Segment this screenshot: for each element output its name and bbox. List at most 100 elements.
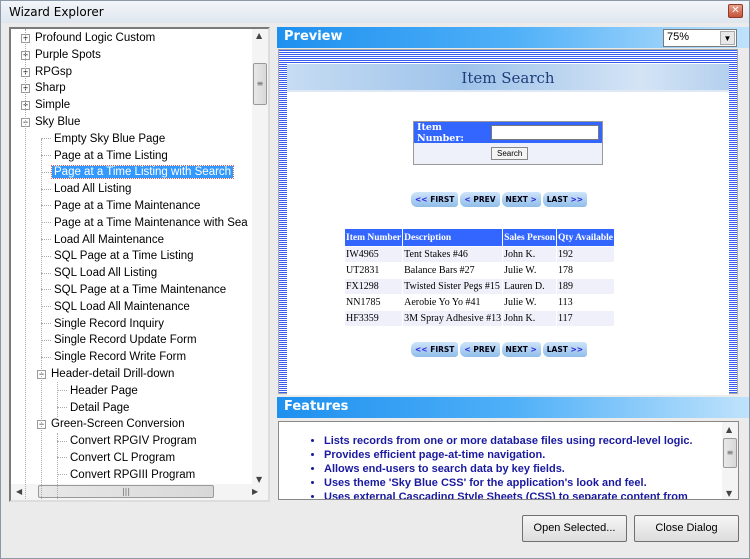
tree-item[interactable]: Page at a Time Maintenance with Sea	[37, 215, 250, 231]
first-button[interactable]: << FIRST	[411, 342, 459, 357]
tree-item[interactable]: SQL Load All Maintenance	[37, 299, 192, 315]
tree-item[interactable]: + Purple Spots	[21, 47, 103, 63]
next-button[interactable]: NEXT >	[501, 342, 541, 357]
tree-item[interactable]: Load All Listing	[37, 181, 133, 197]
tree-item[interactable]: Single Record Write Form	[37, 349, 188, 365]
nav-bottom: << FIRST < PREV NEXT > LAST >>	[411, 342, 588, 357]
table-cell: Twisted Sister Pegs #15	[403, 279, 503, 294]
table-cell: IW4965	[345, 247, 403, 262]
search-label: Item Number:	[417, 121, 464, 144]
tree-connector	[41, 272, 51, 274]
table-cell: Julie W.	[504, 265, 537, 276]
tree-item[interactable]: Page at a Time Listing with Search	[37, 164, 235, 180]
scroll-thumb[interactable]: ≡	[723, 438, 737, 468]
tree-item[interactable]: Convert RPGIV Program	[53, 433, 199, 449]
table-cell: 189	[557, 279, 615, 294]
wizard-tree[interactable]: ▲ ≡ ▼ ◀ ||| ▶ + Profound Logic Custom + Pur…	[9, 27, 270, 502]
results-table: Item Number Description Sales Person Qty…	[344, 228, 615, 327]
tree-item-label: SQL Load All Listing	[54, 267, 158, 280]
tree-item[interactable]: + Sharp	[21, 80, 68, 96]
chevron-down-icon[interactable]: ▼	[720, 31, 735, 45]
tree-connector	[41, 138, 51, 140]
zoom-select[interactable]: 75% ▼	[663, 29, 737, 47]
tree-item[interactable]: Convert RPGIII Program	[53, 467, 197, 483]
first-button[interactable]: << FIRST	[411, 192, 459, 207]
tree-guide-line	[57, 382, 58, 417]
table-row: FX1298 Twisted Sister Pegs #15 Lauren D. 18…	[345, 279, 615, 294]
tree-connector	[41, 339, 51, 341]
tree-item-label: Sharp	[35, 82, 66, 95]
tree-connector	[41, 222, 51, 224]
tree-item[interactable]: SQL Load All Listing	[37, 265, 159, 281]
tree-item[interactable]: Empty Sky Blue Page	[37, 131, 167, 147]
tree-item[interactable]: Load All Maintenance	[37, 232, 166, 248]
table-row: HF3359 3M Spray Adhesive #13 John K. 117	[345, 311, 615, 326]
window-title: Wizard Explorer	[9, 5, 104, 19]
scroll-down-icon[interactable]: ▼	[726, 489, 732, 498]
prev-button[interactable]: < PREV	[460, 342, 500, 357]
tree-item[interactable]: Convert CL Program	[53, 450, 177, 466]
features-scrollbar[interactable]: ▲ ≡ ▼	[722, 422, 738, 499]
tree-item-label: Convert CL Program	[70, 452, 176, 464]
scroll-left-icon[interactable]: ◀	[16, 487, 22, 496]
last-button[interactable]: LAST >>	[542, 342, 588, 357]
h-scroll-thumb[interactable]: |||	[38, 485, 214, 498]
prev-button[interactable]: < PREV	[460, 192, 500, 207]
tree-item-label: Profound Logic Custom	[35, 32, 156, 44]
tree-item[interactable]: SQL Page at a Time Listing	[37, 248, 196, 264]
tree-connector	[41, 356, 51, 358]
tree-item[interactable]: Page at a Time Maintenance	[37, 198, 202, 214]
tree-vertical-scrollbar[interactable]: ▲ ≡ ▼	[252, 29, 268, 486]
tree-item[interactable]: Single Record Inquiry	[37, 316, 166, 332]
tree-item[interactable]: − Header-detail Drill-down	[37, 366, 176, 382]
column-header: Sales Person	[503, 229, 557, 246]
scroll-thumb[interactable]: ≡	[253, 63, 267, 105]
tree-guide-line	[25, 29, 26, 499]
scroll-up-icon[interactable]: ▲	[256, 31, 262, 40]
tree-item[interactable]: − Green-Screen Conversion	[37, 416, 187, 432]
search-button[interactable]: Search	[491, 147, 529, 160]
tree-item-label: Page at a Time Listing	[54, 149, 168, 162]
table-cell: Aerobie Yo Yo #41	[404, 297, 481, 308]
tree-item-label: Convert RPGIII Program	[70, 468, 196, 481]
close-dialog-button[interactable]: Close Dialog	[634, 515, 739, 542]
tree-item-label: Simple	[35, 99, 71, 112]
feature-item: Uses external Cascading Style Sheets (CS…	[324, 490, 738, 499]
scroll-down-icon[interactable]: ▼	[256, 475, 262, 484]
tree-connector	[41, 171, 51, 173]
tree-item-label: Page at a Time Listing with Search	[50, 165, 235, 180]
tree-item-label: Purple Spots	[35, 48, 101, 61]
wizard-explorer-window: Wizard Explorer ✕ ▲ ≡ ▼ ◀ ||| ▶ + Profoun…	[0, 0, 750, 559]
next-button[interactable]: NEXT >	[501, 192, 541, 207]
tree-item-label: Detail Page	[70, 401, 130, 414]
tree-item-label: SQL Page at a Time Maintenance	[54, 284, 227, 296]
tree-item[interactable]: SQL Page at a Time Maintenance	[37, 282, 228, 298]
tree-horizontal-scrollbar[interactable]: ◀ ||| ▶	[11, 484, 268, 500]
tree-item-label: Header Page	[70, 384, 138, 397]
nav-top: << FIRST < PREV NEXT > LAST >>	[411, 192, 588, 207]
table-cell: NN1785	[346, 297, 381, 308]
column-header: Qty Available	[557, 229, 615, 246]
scroll-right-icon[interactable]: ▶	[252, 487, 258, 496]
tree-item[interactable]: Detail Page	[53, 400, 131, 416]
last-button[interactable]: LAST >>	[542, 192, 588, 207]
tree-item-label: Single Record Write Form	[54, 351, 187, 364]
tree-connector	[41, 205, 51, 207]
tree-item[interactable]: Header Page	[53, 383, 140, 399]
tree-item[interactable]: + Profound Logic Custom	[21, 30, 157, 46]
close-icon[interactable]: ✕	[728, 4, 743, 18]
tree-item[interactable]: + RPGsp	[21, 64, 74, 80]
table-cell: 3M Spray Adhesive #13	[403, 311, 503, 326]
tree-item[interactable]: Page at a Time Listing	[37, 148, 170, 164]
scroll-up-icon[interactable]: ▲	[726, 425, 732, 434]
table-row: NN1785 Aerobie Yo Yo #41 Julie W. 113	[345, 295, 614, 310]
tree-item[interactable]: + Simple	[21, 97, 72, 113]
table-cell: Balance Bars #27	[404, 265, 475, 276]
open-selected-button[interactable]: Open Selected...	[522, 515, 627, 542]
tree-connector	[41, 188, 51, 190]
item-number-input[interactable]	[491, 125, 599, 140]
column-header: Description	[403, 229, 503, 246]
tree-item[interactable]: − Sky Blue	[21, 114, 82, 130]
table-cell: John K.	[503, 311, 557, 326]
tree-item[interactable]: Single Record Update Form	[37, 332, 199, 348]
